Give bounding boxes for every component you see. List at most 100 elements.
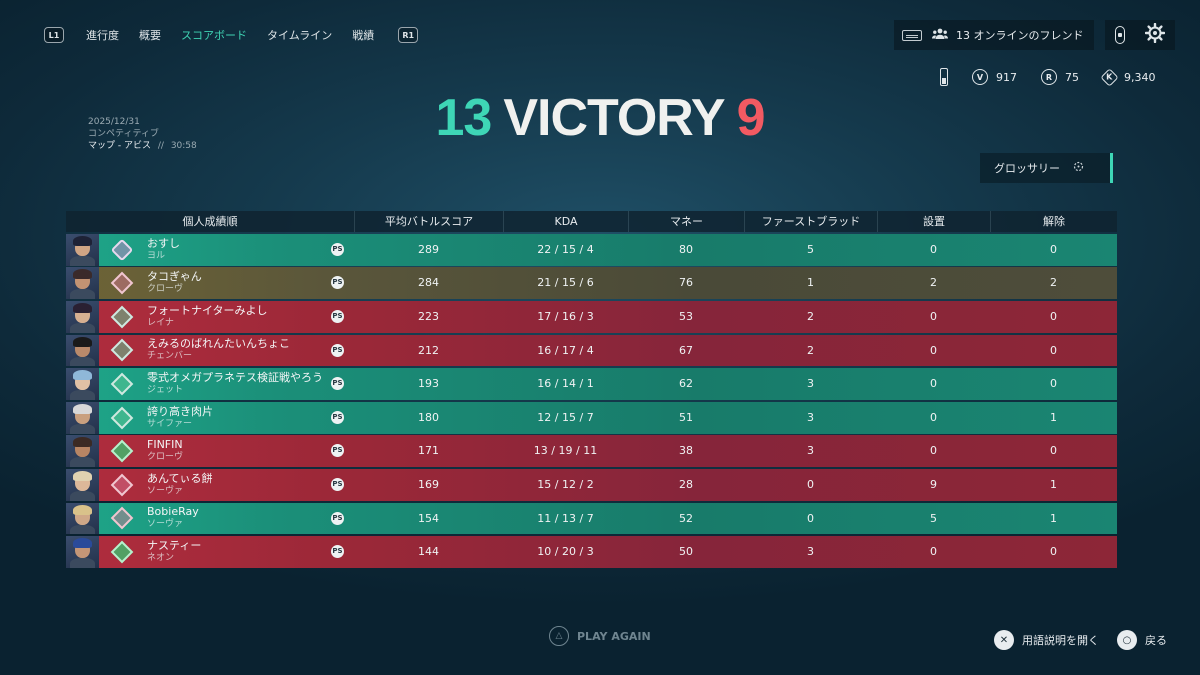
agent-portrait-body: [70, 356, 95, 367]
player-cell: フォートナイターみよし レイナ PS: [66, 300, 354, 333]
agent-name: レイナ: [147, 317, 174, 328]
tab-timeline[interactable]: タイムライン: [267, 27, 332, 43]
player-name-block: 誇り高き肉片 サイファー: [147, 405, 354, 430]
playstation-icon: PS: [331, 511, 344, 525]
player-name-block: あんてぃる餅 ソーヴァ: [147, 472, 354, 497]
gear-icon[interactable]: [1144, 22, 1166, 47]
table-row[interactable]: FINFIN クローヴ PS 171 13 / 19 / 11 38 3 0 0: [66, 435, 1117, 468]
tab-summary[interactable]: 概要: [139, 27, 161, 43]
rank-gem: [110, 372, 134, 396]
agent-portrait-hair: [73, 538, 92, 549]
tab-scoreboard[interactable]: スコアボード: [181, 27, 247, 43]
play-again-label: PLAY AGAIN: [577, 629, 651, 643]
table-row[interactable]: あんてぃる餅 ソーヴァ PS 169 15 / 12 / 2 28 0 9 1: [66, 468, 1117, 501]
header-kda[interactable]: KDA: [503, 211, 628, 232]
match-result: 13 VICTORY 9: [0, 88, 1200, 148]
header-defuses[interactable]: 解除: [990, 211, 1117, 232]
rank-icon: [107, 335, 137, 365]
tab-performance[interactable]: 戦績: [352, 27, 374, 43]
agent-portrait: [66, 502, 99, 535]
agent-portrait: [66, 368, 99, 400]
tab-progress[interactable]: 進行度: [86, 27, 119, 43]
table-row[interactable]: おすし ヨル PS 289 22 / 15 / 4 80 5 0 0: [66, 233, 1117, 266]
player-name[interactable]: えみるのばれんたいんちょこ: [147, 338, 354, 350]
table-row[interactable]: えみるのばれんたいんちょこ チェンバー PS 212 16 / 17 / 4 6…: [66, 334, 1117, 367]
agent-portrait-body: [70, 423, 95, 434]
friends-button[interactable]: 13 オンラインのフレンド: [894, 20, 1094, 50]
first-blood-value: 3: [807, 377, 814, 391]
table-header: 個人成績順 平均バトルスコア KDA マネー ファーストブラッド 設置 解除: [66, 211, 1117, 232]
first-blood-value: 0: [807, 477, 814, 491]
playstation-icon: PS: [331, 477, 344, 491]
triangle-button-icon: △: [549, 626, 569, 646]
kingdom-credits-glyph: K: [1106, 72, 1113, 82]
rank-icon: [107, 302, 137, 332]
rank-gem: [110, 439, 134, 463]
rank-icon: [107, 235, 137, 265]
kda-value: 16 / 17 / 4: [537, 343, 594, 357]
battery-icon: [940, 68, 948, 86]
header-economy[interactable]: マネー: [628, 211, 744, 232]
rank-icon: [107, 268, 137, 298]
playstation-icon: PS: [331, 242, 344, 256]
kda-value: 11 / 13 / 7: [537, 511, 594, 525]
agent-name: チェンバー: [147, 351, 193, 362]
first-blood-value: 3: [807, 545, 814, 559]
player-name[interactable]: 誇り高き肉片: [147, 405, 354, 418]
player-name[interactable]: BobieRay: [147, 506, 354, 518]
acs-value: 144: [418, 545, 439, 559]
header-plants[interactable]: 設置: [877, 211, 990, 232]
kingdom-credits: K 9,340: [1100, 67, 1156, 87]
glossary-button[interactable]: グロッサリー: [980, 153, 1113, 183]
friends-online-label: 13 オンラインのフレンド: [956, 29, 1084, 42]
playstation-icon: PS: [331, 309, 344, 323]
controller-status-icon[interactable]: [1115, 26, 1125, 44]
player-name-block: 零式オメガプラネテス検証戦やろう ジェット: [147, 372, 354, 396]
plants-value: 2: [930, 276, 937, 290]
defuses-value: 0: [1050, 343, 1057, 357]
acs-value: 171: [418, 444, 439, 458]
table-row[interactable]: 誇り高き肉片 サイファー PS 180 12 / 15 / 7 51 3 0 1: [66, 401, 1117, 434]
footer-actions: ✕ 用語説明を開く ○ 戻る: [994, 630, 1185, 650]
r1-button-icon[interactable]: R1: [398, 27, 419, 43]
player-cell: 零式オメガプラネテス検証戦やろう ジェット PS: [66, 368, 354, 400]
rank-gem: [110, 473, 134, 497]
open-glossary-action[interactable]: ✕ 用語説明を開く: [994, 630, 1099, 650]
table-row[interactable]: BobieRay ソーヴァ PS 154 11 / 13 / 7 52 0 5 …: [66, 502, 1117, 535]
player-name[interactable]: 零式オメガプラネテス検証戦やろう: [147, 372, 354, 384]
crosshair-icon: [1072, 160, 1085, 177]
header-player[interactable]: 個人成績順: [66, 211, 354, 232]
kda-value: 10 / 20 / 3: [537, 545, 594, 559]
header-first-blood[interactable]: ファーストブラッド: [744, 211, 877, 232]
kda-value: 22 / 15 / 4: [537, 242, 594, 256]
play-again-button[interactable]: △ PLAY AGAIN: [549, 626, 651, 646]
agent-portrait: [66, 233, 99, 266]
rank-gem: [110, 238, 134, 262]
back-action[interactable]: ○ 戻る: [1117, 630, 1167, 650]
agent-name: ネオン: [147, 553, 175, 564]
money-value: 53: [679, 309, 693, 323]
agent-name: ジェット: [147, 385, 184, 396]
player-name[interactable]: タコぎゃん: [147, 271, 354, 283]
table-row[interactable]: ナスティー ネオン PS 144 10 / 20 / 3 50 3 0 0: [66, 536, 1117, 568]
first-blood-value: 2: [807, 309, 814, 323]
table-row[interactable]: 零式オメガプラネテス検証戦やろう ジェット PS 193 16 / 14 / 1…: [66, 368, 1117, 400]
player-cell: 誇り高き肉片 サイファー PS: [66, 401, 354, 434]
agent-portrait-hair: [73, 302, 92, 313]
defuses-value: 0: [1050, 444, 1057, 458]
table-row[interactable]: フォートナイターみよし レイナ PS 223 17 / 16 / 3 53 2 …: [66, 300, 1117, 333]
table-row[interactable]: タコぎゃん クローヴ PS 284 21 / 15 / 6 76 1 2 2: [66, 267, 1117, 300]
l1-button-icon[interactable]: L1: [44, 27, 64, 43]
keyboard-icon[interactable]: [902, 29, 922, 41]
player-name[interactable]: あんてぃる餅: [147, 472, 354, 485]
player-name[interactable]: フォートナイターみよし: [147, 304, 354, 317]
header-acs[interactable]: 平均バトルスコア: [354, 211, 503, 232]
player-name[interactable]: おすし: [147, 237, 354, 250]
agent-portrait-body: [70, 457, 95, 468]
rank-gem: [110, 339, 134, 362]
player-cell: BobieRay ソーヴァ PS: [66, 502, 354, 535]
rank-icon: [107, 470, 137, 500]
acs-value: 212: [418, 343, 439, 357]
player-name[interactable]: FINFIN: [147, 439, 354, 451]
player-name[interactable]: ナスティー: [147, 540, 354, 552]
